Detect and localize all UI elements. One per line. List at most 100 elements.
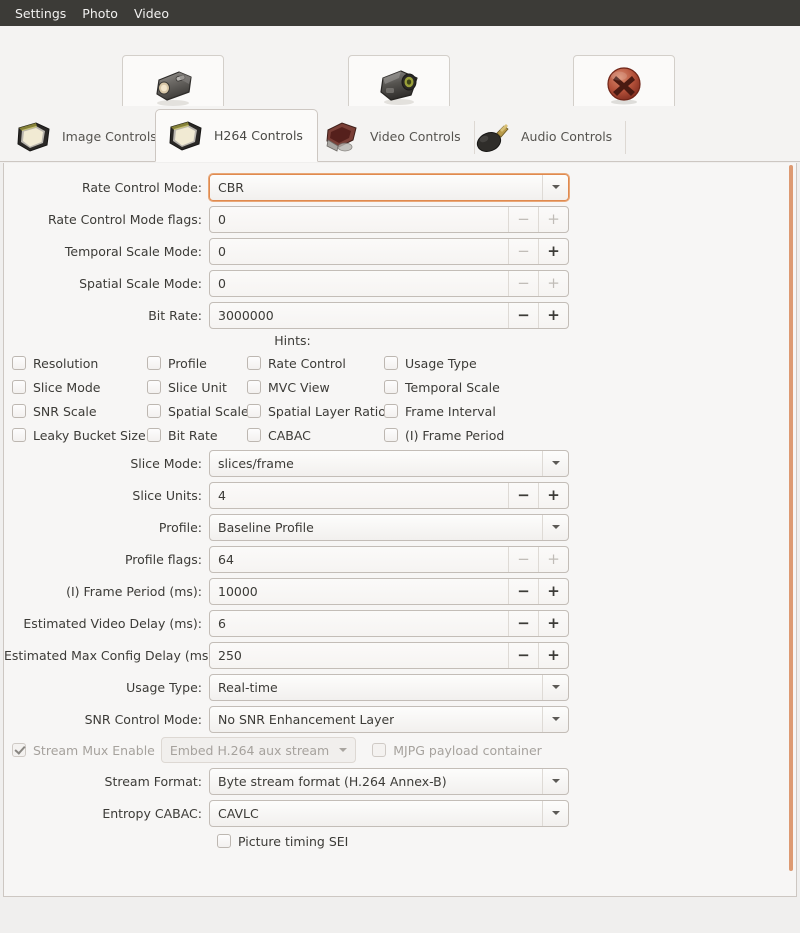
scrollbar-thumb[interactable] <box>789 165 793 871</box>
row-snr-control-mode: SNR Control Mode: No SNR Enhancement Lay… <box>4 703 796 735</box>
spin-estimated-video-delay-value[interactable]: 6 <box>210 611 508 636</box>
chevron-down-icon[interactable] <box>542 514 568 540</box>
checkbox-icon[interactable] <box>12 380 26 394</box>
checkbox-icon[interactable] <box>247 404 261 418</box>
label-snr-control-mode: SNR Control Mode: <box>84 711 202 727</box>
minus-icon[interactable]: − <box>508 302 538 328</box>
checkbox-hint-leaky-bucket-size[interactable]: Leaky Bucket Size <box>12 423 147 447</box>
checkbox-icon[interactable] <box>384 356 398 370</box>
menu-bar: Settings Photo Video <box>0 0 800 26</box>
checkbox-hint-profile[interactable]: Profile <box>147 351 247 375</box>
minus-icon[interactable]: − <box>508 206 538 232</box>
plus-icon[interactable]: + <box>538 546 568 572</box>
plus-icon[interactable]: + <box>538 302 568 328</box>
menu-item-settings[interactable]: Settings <box>8 3 73 24</box>
spin-bit-rate-value[interactable]: 3000000 <box>210 303 508 328</box>
checkbox-icon[interactable] <box>247 380 261 394</box>
minus-icon[interactable]: − <box>508 578 538 604</box>
tab-video-controls[interactable]: Video Controls <box>312 111 475 162</box>
minus-icon[interactable]: − <box>508 610 538 636</box>
chevron-down-icon[interactable] <box>542 768 568 794</box>
checkbox-hint-snr-scale[interactable]: SNR Scale <box>12 399 147 423</box>
spin-slice-units[interactable]: 4 − + <box>209 481 569 509</box>
checkbox-icon[interactable] <box>12 356 26 370</box>
minus-icon[interactable]: − <box>508 482 538 508</box>
plus-icon[interactable]: + <box>538 482 568 508</box>
label-rate-control-mode: Rate Control Mode: <box>81 179 202 195</box>
checkbox-hint-cabac[interactable]: CABAC <box>247 423 384 447</box>
spin-slice-units-value[interactable]: 4 <box>210 483 508 508</box>
menu-item-video[interactable]: Video <box>127 3 176 24</box>
spin-spatial-scale-mode[interactable]: 0 − + <box>209 269 569 297</box>
chevron-down-icon[interactable] <box>542 800 568 826</box>
checkbox-icon[interactable] <box>12 428 26 442</box>
plus-icon[interactable]: + <box>538 206 568 232</box>
checkbox-hint-bit-rate[interactable]: Bit Rate <box>147 423 247 447</box>
checkbox-icon[interactable] <box>384 404 398 418</box>
plus-icon[interactable]: + <box>538 578 568 604</box>
checkbox-icon[interactable] <box>217 834 231 848</box>
combo-profile[interactable]: Baseline Profile <box>209 513 569 541</box>
checkbox-icon[interactable] <box>247 428 261 442</box>
tab-strip: Image Controls H264 Controls Video Contr… <box>0 106 800 162</box>
checkbox-icon[interactable] <box>384 380 398 394</box>
spin-rate-control-mode-flags-value[interactable]: 0 <box>210 207 508 232</box>
chevron-down-icon[interactable] <box>542 450 568 476</box>
minus-icon[interactable]: − <box>508 642 538 668</box>
combo-entropy-cabac[interactable]: CAVLC <box>209 799 569 827</box>
spin-profile-flags[interactable]: 64 − + <box>209 545 569 573</box>
plus-icon[interactable]: + <box>538 238 568 264</box>
checkbox-hint-spatial-layer-ratio[interactable]: Spatial Layer Ratio <box>247 399 386 423</box>
plus-icon[interactable]: + <box>538 270 568 296</box>
checkbox-hint-i-frame-period[interactable]: (I) Frame Period <box>384 423 564 447</box>
spin-bit-rate[interactable]: 3000000 − + <box>209 301 569 329</box>
checkbox-icon[interactable] <box>147 380 161 394</box>
spin-estimated-video-delay[interactable]: 6 − + <box>209 609 569 637</box>
combo-usage-type[interactable]: Real-time <box>209 673 569 701</box>
checkbox-icon[interactable] <box>147 428 161 442</box>
chevron-down-icon[interactable] <box>542 174 568 200</box>
spin-temporal-scale-mode-value[interactable]: 0 <box>210 239 508 264</box>
chevron-down-icon[interactable] <box>542 706 568 732</box>
spin-spatial-scale-mode-value[interactable]: 0 <box>210 271 508 296</box>
checkbox-icon[interactable] <box>12 404 26 418</box>
spin-temporal-scale-mode[interactable]: 0 − + <box>209 237 569 265</box>
combo-rate-control-mode[interactable]: CBR <box>209 173 569 201</box>
tab-image-controls-label: Image Controls <box>62 129 157 144</box>
checkbox-hint-resolution[interactable]: Resolution <box>12 351 147 375</box>
checkbox-hint-slice-mode[interactable]: Slice Mode <box>12 375 147 399</box>
checkbox-hint-temporal-scale[interactable]: Temporal Scale <box>384 375 564 399</box>
tab-audio-controls[interactable]: Audio Controls <box>463 111 627 162</box>
checkbox-hint-rate-control[interactable]: Rate Control <box>247 351 384 375</box>
minus-icon[interactable]: − <box>508 238 538 264</box>
menu-item-photo[interactable]: Photo <box>75 3 125 24</box>
checkbox-icon[interactable] <box>147 404 161 418</box>
spin-profile-flags-value[interactable]: 64 <box>210 547 508 572</box>
checkbox-icon[interactable] <box>147 356 161 370</box>
checkbox-hint-mvc-view[interactable]: MVC View <box>247 375 384 399</box>
tab-h264-controls[interactable]: H264 Controls <box>155 109 318 162</box>
combo-slice-mode[interactable]: slices/frame <box>209 449 569 477</box>
minus-icon[interactable]: − <box>508 270 538 296</box>
spin-i-frame-period-value[interactable]: 10000 <box>210 579 508 604</box>
plus-icon[interactable]: + <box>538 610 568 636</box>
checkbox-hint-usage-type[interactable]: Usage Type <box>384 351 564 375</box>
checkbox-label: Stream Mux Enable <box>33 742 155 758</box>
spin-i-frame-period[interactable]: 10000 − + <box>209 577 569 605</box>
spin-estimated-max-config-delay[interactable]: 250 − + <box>209 641 569 669</box>
checkbox-hint-slice-unit[interactable]: Slice Unit <box>147 375 247 399</box>
tab-image-controls[interactable]: Image Controls <box>4 111 171 162</box>
checkbox-icon[interactable] <box>247 356 261 370</box>
chevron-down-icon[interactable] <box>542 674 568 700</box>
spin-rate-control-mode-flags[interactable]: 0 − + <box>209 205 569 233</box>
checkbox-picture-timing-sei[interactable]: Picture timing SEI <box>217 829 348 849</box>
checkbox-hint-frame-interval[interactable]: Frame Interval <box>384 399 564 423</box>
combo-snr-control-mode[interactable]: No SNR Enhancement Layer <box>209 705 569 733</box>
minus-icon[interactable]: − <box>508 546 538 572</box>
spin-estimated-max-config-delay-value[interactable]: 250 <box>210 643 508 668</box>
combo-stream-format[interactable]: Byte stream format (H.264 Annex-B) <box>209 767 569 795</box>
checkbox-icon[interactable] <box>384 428 398 442</box>
checkbox-hint-spatial-scale[interactable]: Spatial Scale <box>147 399 249 423</box>
vertical-scrollbar[interactable] <box>789 165 793 871</box>
plus-icon[interactable]: + <box>538 642 568 668</box>
